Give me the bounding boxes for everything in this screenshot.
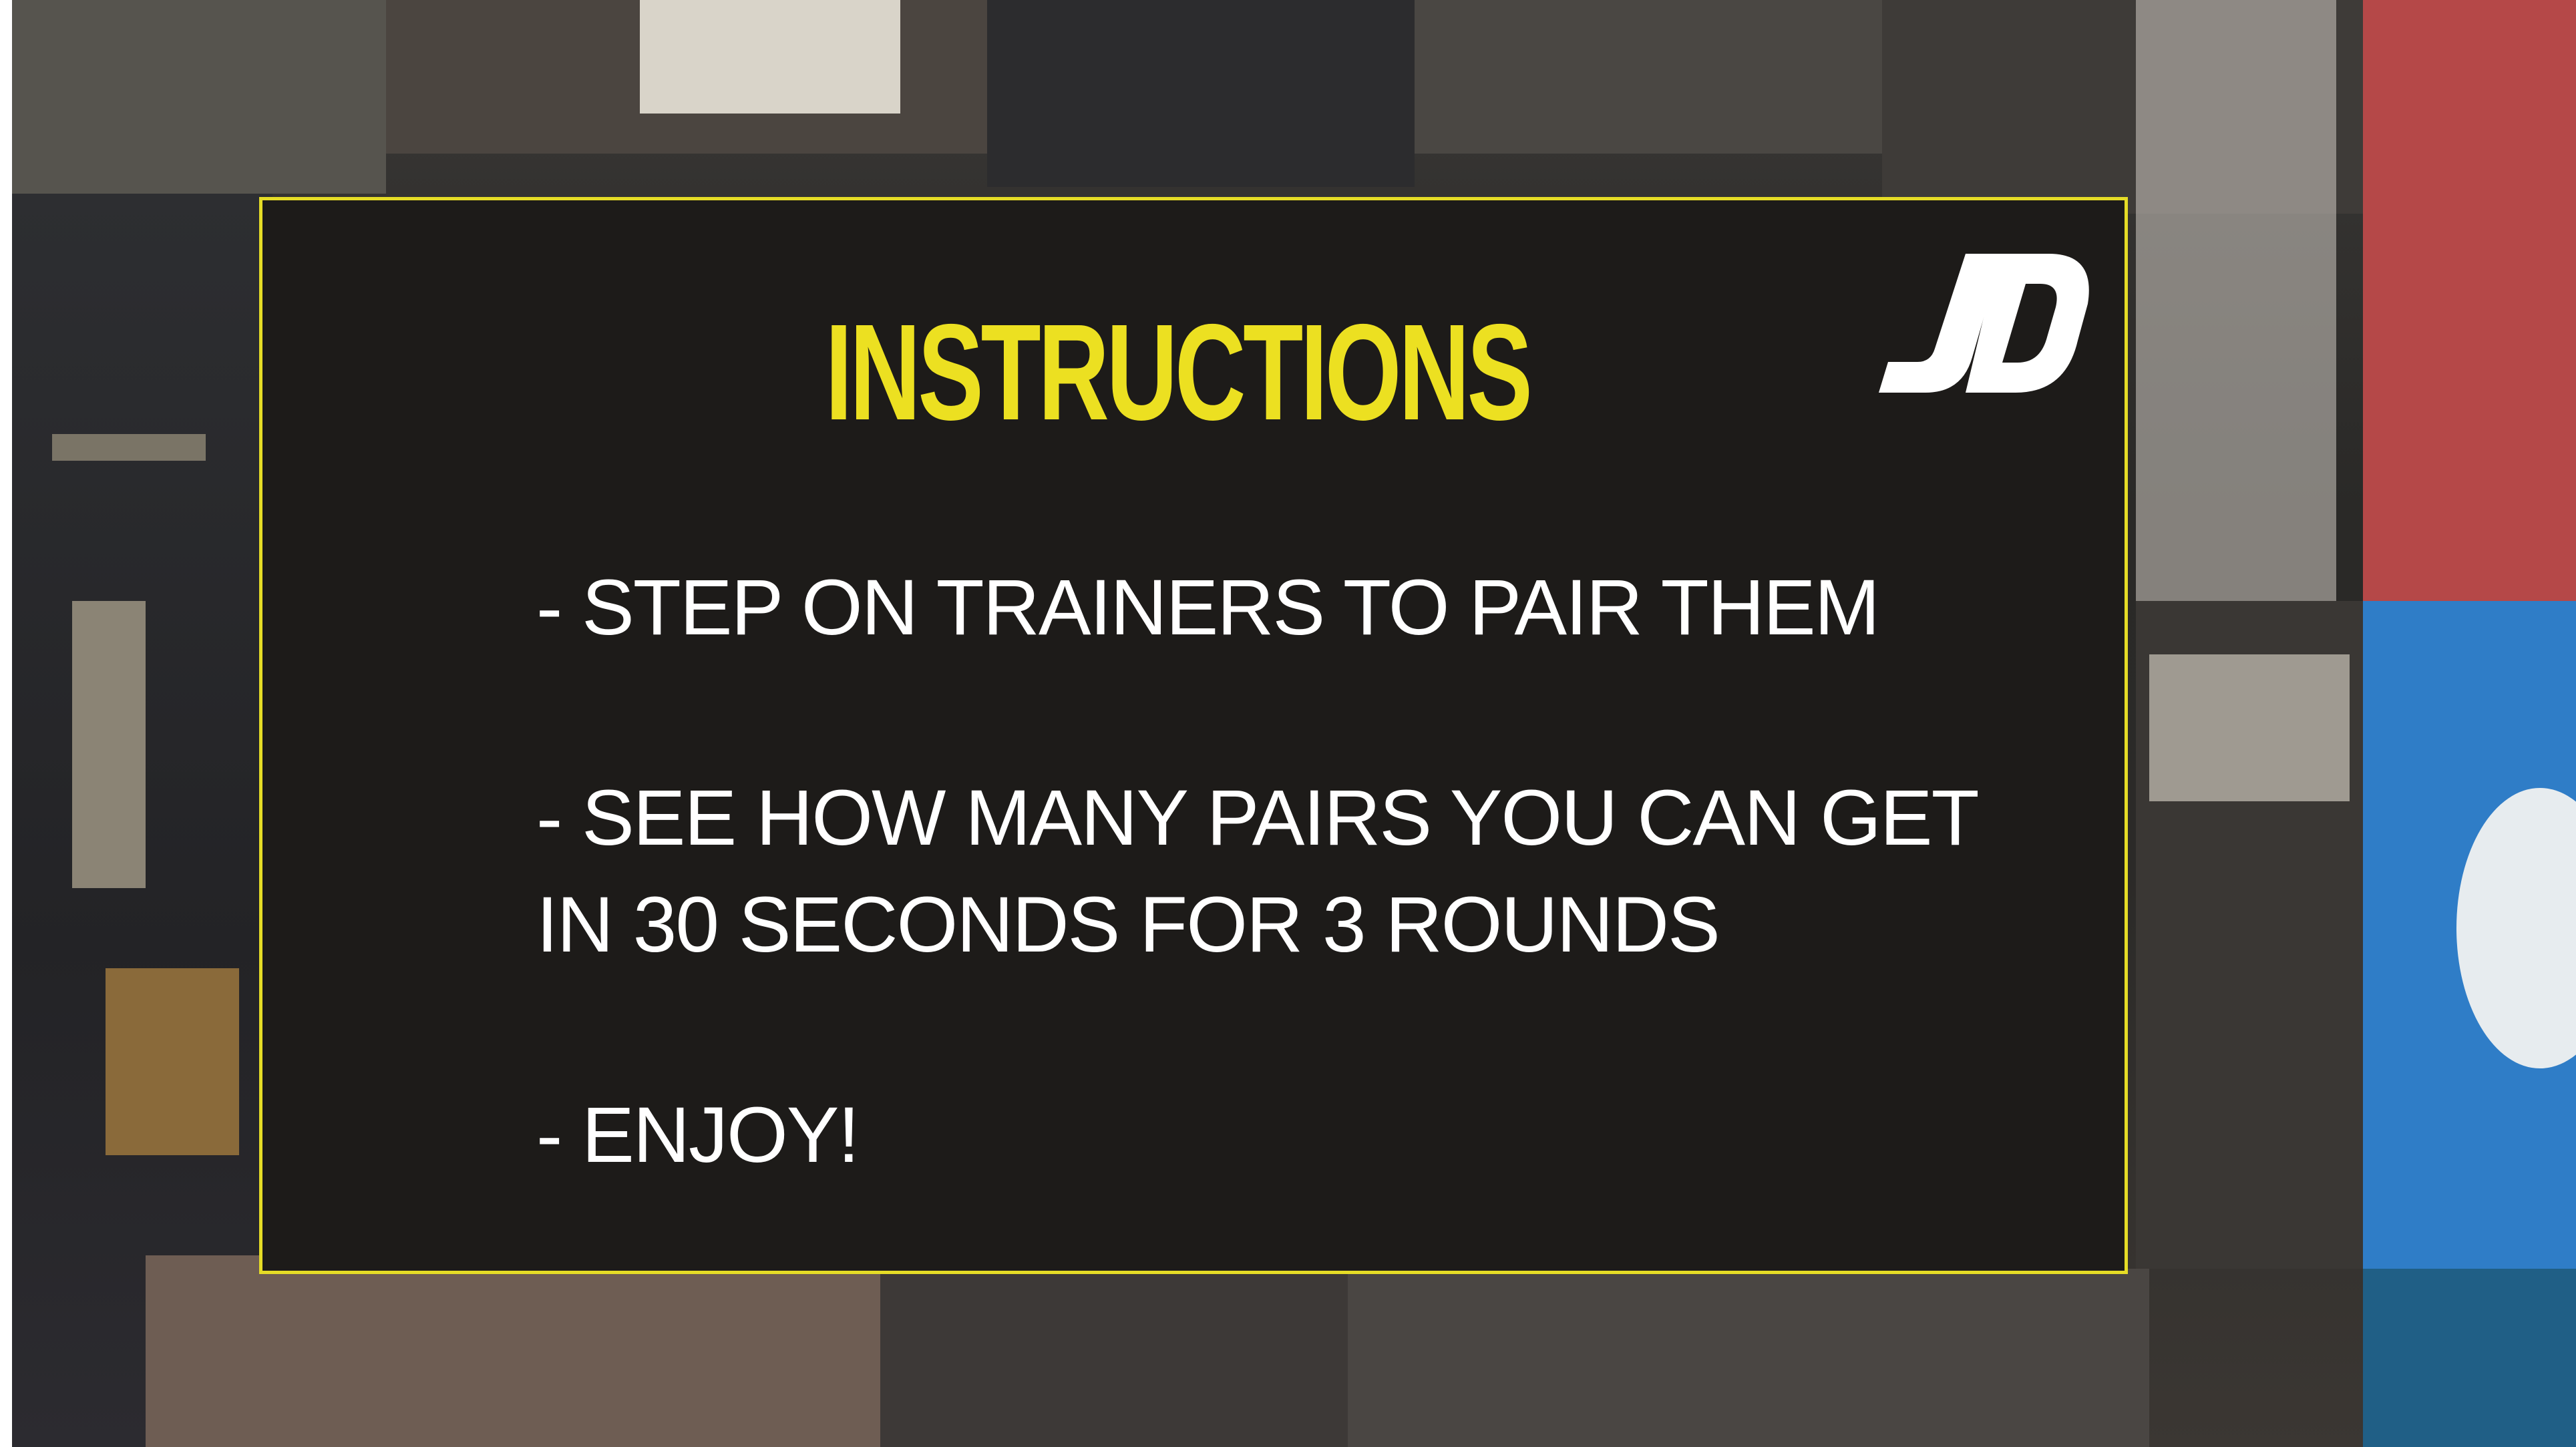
instruction-line-4: - ENJOY! [536,1091,860,1179]
instruction-line-3: IN 30 SECONDS FOR 3 ROUNDS [536,881,1720,969]
instructions-screen: INSTRUCTIONS - STEP ON TRAINERS TO PAIR … [0,0,2576,1447]
instruction-line-1: - STEP ON TRAINERS TO PAIR THEM [536,564,1880,652]
jd-logo-icon [1865,240,2099,407]
instruction-line-2: - SEE HOW MANY PAIRS YOU CAN GET [536,774,1980,862]
instructions-panel: INSTRUCTIONS - STEP ON TRAINERS TO PAIR … [259,197,2128,1274]
instructions-title: INSTRUCTIONS [825,296,1532,449]
